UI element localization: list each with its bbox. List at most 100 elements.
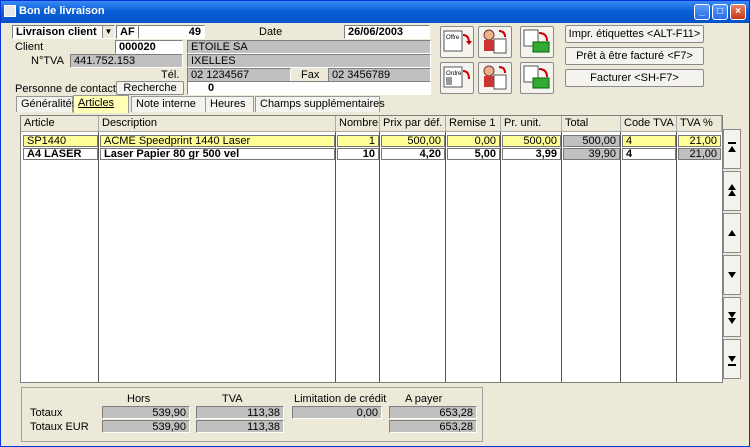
cell-remise[interactable]: 5,00: [447, 148, 500, 160]
window: Bon de livraison _ □ × Livraison client …: [0, 0, 750, 447]
order-cash-button[interactable]: [520, 62, 554, 94]
cell-prix[interactable]: 500,00: [381, 135, 445, 147]
last-row-button[interactable]: [723, 339, 741, 379]
tab-articles[interactable]: Articles: [73, 95, 129, 113]
client-label: Client: [15, 41, 44, 53]
cell-remise[interactable]: 0,00: [447, 135, 500, 147]
cell-article[interactable]: A4 LASER: [23, 148, 98, 160]
tab-champs-supplementaires[interactable]: Champs supplémentaires: [255, 96, 385, 112]
cell-tva-pct: 21,00: [678, 135, 721, 147]
first-row-button[interactable]: [723, 129, 741, 169]
offer-button[interactable]: Offre: [440, 26, 474, 58]
col-header-article[interactable]: Article: [21, 116, 99, 132]
cell-total: 500,00: [563, 135, 620, 147]
totals-panel: Hors TVA Limitation de crédit A payer To…: [21, 387, 483, 442]
cash-document-icon: [523, 29, 550, 53]
up-arrow-icon: [728, 230, 736, 236]
doc-type-select[interactable]: Livraison client ▼: [12, 25, 115, 39]
totals-header-tva: TVA: [222, 393, 243, 405]
cell-description[interactable]: Laser Papier 80 gr 500 vel: [100, 148, 335, 160]
order-document-icon: Ordre: [443, 66, 470, 88]
page-up-button[interactable]: [723, 171, 741, 211]
city-field: IXELLES: [187, 54, 431, 68]
doc-type-value: Livraison client: [16, 26, 97, 38]
cash-order-icon: [523, 65, 550, 89]
close-button[interactable]: ×: [730, 4, 746, 20]
cell-total: 39,90: [563, 148, 620, 160]
total-a-payer: 653,28: [389, 406, 477, 419]
svg-text:Offre: Offre: [446, 35, 460, 41]
offer-cash-button[interactable]: [520, 26, 554, 58]
contact-field[interactable]: 0: [187, 81, 431, 95]
first-arrow-icon: [728, 142, 736, 152]
double-up-icon: [728, 184, 736, 196]
cell-pr-unit[interactable]: 500,00: [502, 135, 561, 147]
total-eur-hors: 539,90: [102, 420, 190, 433]
totals-eur-label: Totaux EUR: [30, 421, 89, 433]
search-button[interactable]: Recherche: [116, 81, 184, 95]
tab-heures[interactable]: Heures: [205, 96, 254, 112]
total-eur-a-payer: 653,28: [389, 420, 477, 433]
total-eur-tva: 113,38: [196, 420, 284, 433]
offer-document-icon: Offre: [443, 30, 472, 52]
col-header-prix[interactable]: Prix par déf.: [380, 116, 446, 132]
cell-tva-pct: 21,00: [678, 148, 721, 160]
total-credit-limit: 0,00: [292, 406, 382, 419]
cell-code-tva[interactable]: 4: [622, 135, 676, 147]
col-header-remise[interactable]: Remise 1: [446, 116, 501, 132]
col-header-total[interactable]: Total: [562, 116, 621, 132]
date-label: Date: [259, 26, 283, 38]
fax-field: 02 3456789: [328, 68, 431, 82]
cell-code-tva[interactable]: 4: [622, 148, 676, 160]
cell-nombre[interactable]: 10: [337, 148, 379, 160]
col-header-nombre[interactable]: Nombre: [336, 116, 380, 132]
col-header-tva-pct[interactable]: TVA %: [677, 116, 722, 132]
tab-note-interne[interactable]: Note interne: [131, 96, 208, 112]
totals-header-credit: Limitation de crédit: [294, 393, 387, 405]
total-hors: 539,90: [102, 406, 190, 419]
print-labels-button[interactable]: Impr. étiquettes <ALT-F11>: [565, 25, 704, 43]
row-down-button[interactable]: [723, 255, 741, 295]
cell-pr-unit[interactable]: 3,99: [502, 148, 561, 160]
total-tva: 113,38: [196, 406, 284, 419]
cell-prix[interactable]: 4,20: [381, 148, 445, 160]
totals-header-hors: Hors: [127, 393, 151, 405]
window-title: Bon de livraison: [19, 5, 105, 17]
journal-field[interactable]: AF: [116, 25, 138, 39]
person-document-icon: [483, 29, 507, 54]
svg-text:Ordre: Ordre: [446, 71, 462, 77]
tab-generalites[interactable]: Généralités: [16, 96, 77, 112]
chevron-down-icon[interactable]: ▼: [102, 26, 114, 38]
maximize-button[interactable]: □: [712, 4, 728, 20]
client-name-field: ETOILE SA: [187, 40, 431, 54]
double-down-icon: [728, 312, 736, 324]
order-button[interactable]: Ordre: [440, 62, 474, 94]
totals-header-a-payer: A payer: [405, 393, 443, 405]
number-field[interactable]: 49: [138, 25, 205, 39]
col-header-description[interactable]: Description: [99, 116, 336, 132]
title-bar: Bon de livraison _ □ ×: [1, 1, 749, 23]
row-up-button[interactable]: [723, 213, 741, 253]
col-header-pr-unit[interactable]: Pr. unit.: [501, 116, 562, 132]
contact-label: Personne de contact: [15, 83, 116, 95]
articles-table: Article Description Nombre Prix par déf.…: [20, 115, 723, 383]
tva-label: N°TVA: [31, 55, 64, 67]
date-field[interactable]: 26/06/2003: [344, 25, 430, 39]
col-header-code-tva[interactable]: Code TVA: [621, 116, 677, 132]
cell-article[interactable]: SP1440: [23, 135, 98, 147]
client-code-field[interactable]: 000020: [115, 40, 183, 54]
cell-description[interactable]: ACME Speedprint 1440 Laser: [100, 135, 335, 147]
tel-field: 02 1234567: [187, 68, 291, 82]
minimize-button[interactable]: _: [694, 4, 710, 20]
fax-label: Fax: [301, 69, 320, 81]
order-person-button[interactable]: [478, 62, 512, 94]
totals-label: Totaux: [30, 407, 63, 419]
ready-to-invoice-button[interactable]: Prêt à être facturé <F7>: [565, 47, 704, 65]
page-down-button[interactable]: [723, 297, 741, 337]
person-order-icon: [483, 65, 507, 90]
cell-nombre[interactable]: 1: [337, 135, 379, 147]
last-arrow-icon: [728, 356, 736, 366]
invoice-button[interactable]: Facturer <SH-F7>: [565, 69, 704, 87]
down-arrow-icon: [728, 272, 736, 278]
offer-person-button[interactable]: [478, 26, 512, 58]
